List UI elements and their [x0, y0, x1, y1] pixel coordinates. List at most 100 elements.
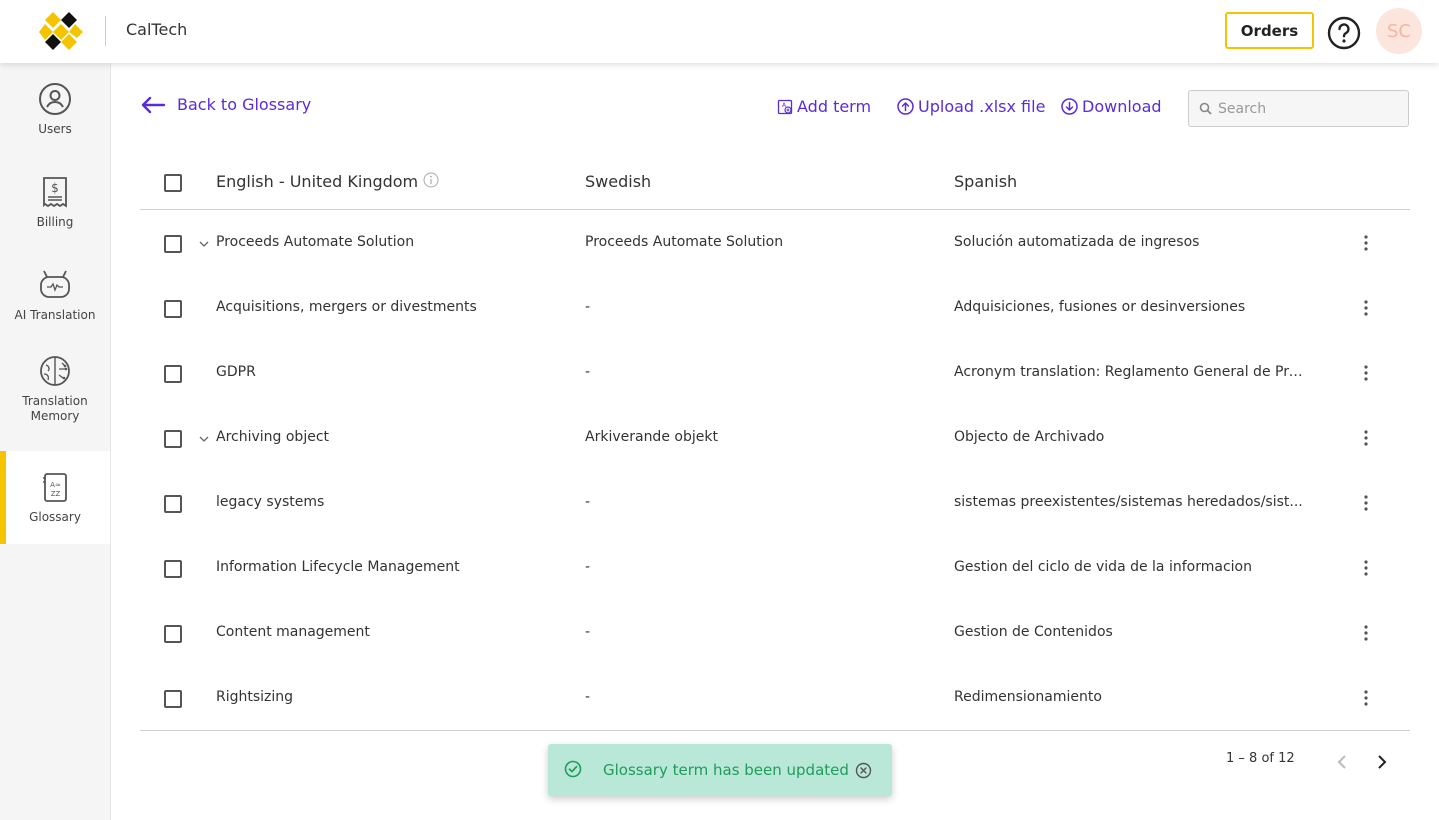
table-header: English - United Kingdom Swedish Spanish	[140, 155, 1410, 210]
cell-swedish: -	[585, 559, 591, 575]
row-checkbox[interactable]	[164, 560, 182, 578]
chevron-left-icon[interactable]	[1334, 753, 1350, 771]
cell-spanish: Objecto de Archivado	[954, 429, 1105, 445]
search-box[interactable]	[1188, 90, 1409, 127]
add-term-button[interactable]: A Add term	[777, 97, 871, 116]
cell-swedish: -	[585, 299, 591, 315]
upload-xlsx-button[interactable]: Upload .xlsx file	[897, 97, 1045, 116]
cell-swedish: -	[585, 364, 591, 380]
cell-swedish: -	[585, 494, 591, 510]
table-bottom-divider	[140, 730, 1410, 731]
info-icon[interactable]	[423, 172, 439, 188]
download-button[interactable]: Download	[1061, 97, 1162, 116]
brain-icon	[40, 355, 70, 386]
cell-swedish: Proceeds Automate Solution	[585, 234, 784, 250]
row-checkbox[interactable]	[164, 430, 182, 448]
row-checkbox[interactable]	[164, 690, 182, 708]
sidebar-item-translation-memory[interactable]: Translation Memory	[0, 342, 110, 435]
cell-spanish: Adquisiciones, fusiones or desinversione…	[954, 299, 1246, 315]
upload-icon	[897, 98, 914, 115]
chevron-down-icon[interactable]	[198, 240, 210, 248]
sidebar-item-billing[interactable]: $ Billing	[0, 156, 110, 249]
more-vertical-icon[interactable]	[1359, 689, 1373, 707]
cell-english: Rightsizing	[216, 689, 294, 705]
more-vertical-icon[interactable]	[1359, 429, 1373, 447]
table-row[interactable]: Information Lifecycle Management - Gesti…	[140, 535, 1410, 600]
brand-name: CalTech	[126, 20, 188, 39]
cell-english: Archiving object	[216, 429, 330, 445]
robot-icon	[40, 270, 70, 298]
upload-label: Upload .xlsx file	[918, 97, 1046, 116]
svg-text:$: $	[51, 181, 59, 195]
search-icon	[1199, 102, 1212, 115]
arrow-left-icon	[141, 96, 165, 113]
top-bar: CalTech Orders SC	[0, 0, 1439, 63]
download-icon	[1061, 98, 1078, 115]
column-header-english[interactable]: English - United Kingdom	[216, 172, 439, 191]
row-checkbox[interactable]	[164, 495, 182, 513]
cell-english: GDPR	[216, 364, 256, 380]
select-all-checkbox[interactable]	[164, 174, 182, 192]
help-icon[interactable]	[1327, 16, 1361, 50]
back-link-label: Back to Glossary	[177, 95, 312, 114]
table-row[interactable]: Archiving object Arkiverande objekt Obje…	[140, 405, 1410, 470]
cell-english: legacy systems	[216, 494, 325, 510]
cell-english: Acquisitions, mergers or divestments	[216, 299, 477, 315]
cell-english: Proceeds Automate Solution	[216, 234, 415, 250]
sidebar-item-label: Billing	[36, 215, 74, 229]
svg-text:ZZ: ZZ	[51, 490, 61, 498]
table-row[interactable]: GDPR - Acronym translation: Reglamento G…	[140, 340, 1410, 405]
column-header-swedish[interactable]: Swedish	[585, 172, 651, 191]
cell-spanish: Redimensionamiento	[954, 689, 1102, 705]
brand-divider	[105, 16, 106, 46]
table-row[interactable]: legacy systems - sistemas preexistentes/…	[140, 470, 1410, 535]
sidebar-item-label: Users	[38, 122, 72, 136]
caltech-logo-icon[interactable]	[39, 10, 83, 52]
more-vertical-icon[interactable]	[1359, 234, 1373, 252]
more-vertical-icon[interactable]	[1359, 494, 1373, 512]
more-vertical-icon[interactable]	[1359, 299, 1373, 317]
avatar[interactable]: SC	[1376, 8, 1422, 54]
more-vertical-icon[interactable]	[1359, 364, 1373, 382]
row-checkbox[interactable]	[164, 235, 182, 253]
glossary-book-icon: A≈ ZZ	[43, 473, 67, 502]
orders-button[interactable]: Orders	[1225, 12, 1314, 49]
table-row[interactable]: Content management - Gestion de Contenid…	[140, 600, 1410, 665]
cell-spanish: Gestion de Contenidos	[954, 624, 1113, 640]
cell-swedish: -	[585, 624, 591, 640]
sidebar-item-label: AI Translation	[14, 308, 96, 322]
sidebar-item-ai-translation[interactable]: AI Translation	[0, 249, 110, 342]
row-checkbox[interactable]	[164, 300, 182, 318]
cell-swedish: Arkiverande objekt	[585, 429, 718, 445]
chevron-right-icon[interactable]	[1374, 753, 1390, 771]
row-checkbox[interactable]	[164, 625, 182, 643]
column-header-spanish[interactable]: Spanish	[954, 172, 1017, 191]
user-circle-icon	[39, 83, 71, 115]
cell-spanish: Acronym translation: Reglamento General …	[954, 364, 1309, 380]
receipt-icon: $	[43, 177, 67, 208]
success-toast: Glossary term has been updated	[548, 744, 892, 796]
more-vertical-icon[interactable]	[1359, 624, 1373, 642]
svg-text:A≈: A≈	[50, 481, 61, 489]
row-checkbox[interactable]	[164, 365, 182, 383]
more-vertical-icon[interactable]	[1359, 559, 1373, 577]
cell-english: Information Lifecycle Management	[216, 559, 460, 575]
toast-message: Glossary term has been updated	[603, 761, 849, 779]
check-circle-icon	[564, 760, 582, 778]
search-input[interactable]	[1218, 100, 1398, 117]
cell-spanish: sistemas preexistentes/sistemas heredado…	[954, 494, 1303, 510]
back-to-glossary-link[interactable]: Back to Glossary	[140, 95, 311, 114]
sidebar-item-label: Translation Memory	[22, 393, 88, 423]
close-circle-icon[interactable]	[855, 762, 872, 779]
sidebar-item-users[interactable]: Users	[0, 63, 110, 156]
pagination-range: 1 – 8 of 12	[1226, 751, 1295, 766]
add-term-icon: A	[777, 99, 793, 114]
chevron-down-icon[interactable]	[198, 435, 210, 443]
table-row[interactable]: Acquisitions, mergers or divestments - A…	[140, 275, 1410, 340]
cell-swedish: -	[585, 689, 591, 705]
cell-english: Content management	[216, 624, 370, 640]
sidebar-item-glossary[interactable]: A≈ ZZ Glossary	[0, 451, 110, 544]
table-row[interactable]: Proceeds Automate Solution Proceeds Auto…	[140, 210, 1410, 275]
sidebar: Users $ Billing AI Translation Translati…	[0, 63, 111, 820]
table-row[interactable]: Rightsizing - Redimensionamiento	[140, 665, 1410, 730]
